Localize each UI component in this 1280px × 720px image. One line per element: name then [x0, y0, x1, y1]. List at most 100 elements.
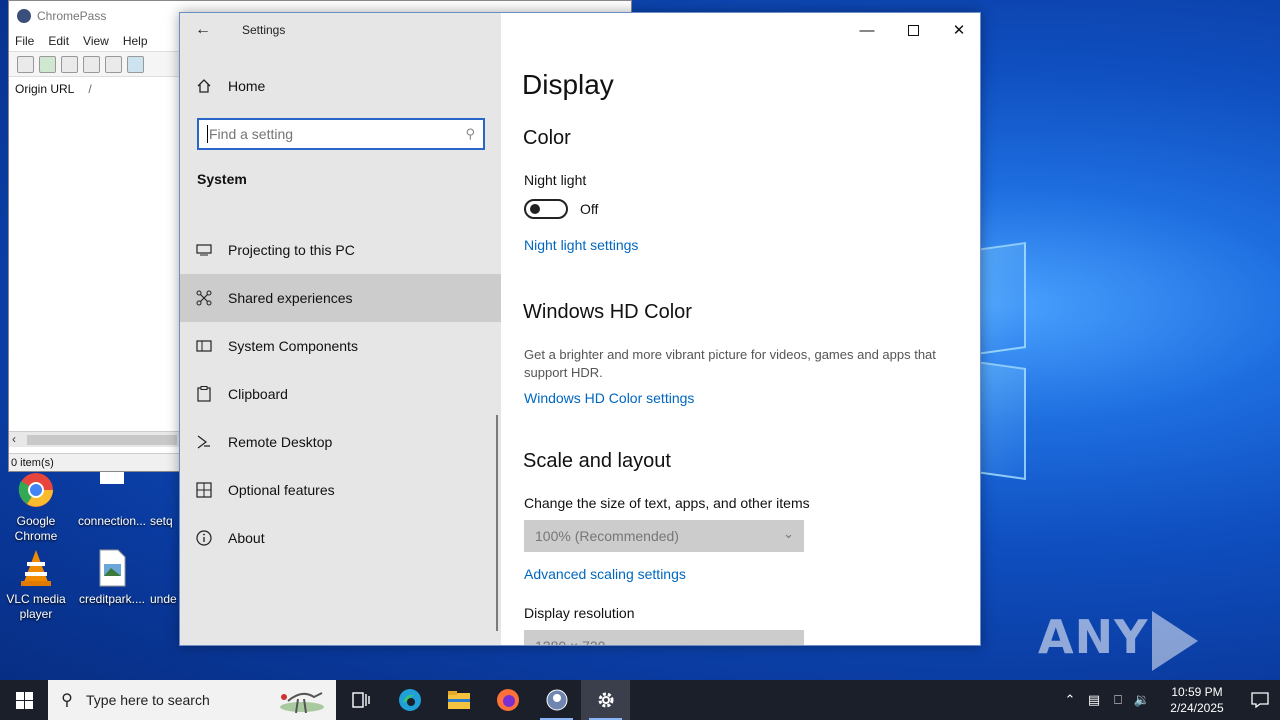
chevron-down-icon: ⌄	[783, 526, 794, 541]
horizontal-scrollbar[interactable]: ‹	[9, 431, 181, 447]
settings-window[interactable]: ← Settings Home ⚲ System Projecting to t…	[179, 12, 981, 646]
task-view-button[interactable]	[336, 680, 385, 720]
edge-taskbar-button[interactable]	[385, 680, 434, 720]
crane-bird-icon	[268, 683, 330, 717]
nav-item-shared-experiences[interactable]: Shared experiences	[180, 274, 501, 322]
system-tray: ⌃ ▤ ⎕ 🔉 10:59 PM 2/24/2025	[1058, 680, 1280, 720]
desktop-icon-creditpark[interactable]: creditpark....	[77, 548, 147, 607]
components-icon	[180, 339, 228, 353]
features-icon	[180, 482, 228, 498]
properties-icon[interactable]	[83, 55, 100, 73]
night-light-state: Off	[580, 201, 599, 217]
image-file-icon	[92, 548, 132, 588]
resolution-label: Display resolution	[524, 605, 635, 621]
section-title: System	[197, 171, 247, 187]
settings-taskbar-button[interactable]	[581, 680, 630, 720]
clock-date: 2/24/2025	[1170, 701, 1224, 715]
find-icon[interactable]	[105, 55, 122, 73]
resolution-dropdown[interactable]: 1280 × 720 ⌄	[524, 630, 804, 646]
clock[interactable]: 10:59 PM 2/24/2025	[1162, 684, 1232, 716]
desktop-icon-label: unde	[150, 592, 177, 606]
chevron-up-icon[interactable]: ⌃	[1058, 692, 1082, 708]
chromepass-taskbar-button[interactable]	[532, 680, 581, 720]
nav-item-system-components[interactable]: System Components	[180, 322, 501, 370]
desktop-icon-label: Google Chrome	[14, 514, 58, 543]
desktop-icon-label: connection...	[77, 514, 147, 528]
notification-icon	[1251, 692, 1269, 708]
nav-item-remote-desktop[interactable]: Remote Desktop	[180, 418, 501, 466]
network-icon[interactable]: ⎕	[1106, 692, 1130, 708]
desktop-icon-setq[interactable]: setq	[150, 470, 180, 529]
page-title: Display	[522, 69, 614, 100]
scroll-left-icon[interactable]: ‹	[12, 432, 16, 446]
save-icon[interactable]	[17, 55, 34, 73]
nav-item-about[interactable]: About	[180, 514, 501, 562]
scale-heading: Scale and layout	[523, 450, 671, 472]
scroll-thumb[interactable]	[27, 435, 177, 445]
volume-icon[interactable]: 🔉	[1130, 692, 1154, 708]
advanced-scaling-link[interactable]: Advanced scaling settings	[524, 566, 686, 582]
desktop-icon-connection[interactable]: connection...	[77, 470, 147, 529]
search-input[interactable]	[209, 126, 449, 142]
remote-icon	[180, 434, 228, 450]
window-controls: — ✕	[844, 13, 980, 47]
status-bar: 0 item(s)	[9, 453, 181, 471]
exit-icon[interactable]	[127, 55, 144, 73]
start-button[interactable]	[0, 680, 48, 720]
desktop-icon-label: VLC media player	[6, 592, 66, 621]
window-title: Settings	[242, 23, 286, 37]
chromepass-icon	[546, 689, 567, 711]
desktop-icon-vlc[interactable]: VLC media player	[1, 548, 71, 622]
file-icon	[92, 470, 132, 510]
folder-icon	[447, 691, 470, 709]
settings-titlebar[interactable]: ← Settings	[180, 13, 501, 47]
device-icon[interactable]: ▤	[1082, 692, 1106, 708]
taskbar-search-box[interactable]: ⚲ Type here to search	[48, 680, 336, 720]
desktop-icon-label: setq	[150, 514, 173, 528]
menu-file[interactable]: File	[15, 31, 42, 51]
taskbar: ⚲ Type here to search ⌃ ▤ ⎕ 🔉 10:59 PM 2…	[0, 680, 1280, 720]
night-light-settings-link[interactable]: Night light settings	[524, 237, 638, 253]
nav-item-projecting[interactable]: Projecting to this PC	[180, 226, 501, 274]
notification-button[interactable]	[1240, 680, 1280, 720]
menu-view[interactable]: View	[83, 31, 117, 51]
file-icon	[150, 548, 180, 588]
find-setting-search[interactable]: ⚲	[197, 118, 485, 150]
hdr-description: Get a brighter and more vibrant picture …	[524, 347, 936, 380]
firefox-taskbar-button[interactable]	[483, 680, 532, 720]
nav-home[interactable]: Home	[180, 71, 501, 101]
projector-icon	[180, 243, 228, 257]
refresh-icon[interactable]	[39, 55, 56, 73]
chevron-down-icon: ⌄	[783, 636, 794, 646]
nav-scrollbar[interactable]	[496, 415, 498, 631]
desktop-icon-label: creditpark....	[78, 592, 146, 606]
night-light-toggle[interactable]	[524, 199, 568, 219]
menu-help[interactable]: Help	[123, 31, 156, 51]
minimize-icon[interactable]: —	[844, 13, 890, 47]
hdr-heading: Windows HD Color	[523, 301, 692, 323]
scale-dropdown[interactable]: 100% (Recommended) ⌄	[524, 520, 804, 552]
file-icon	[150, 470, 180, 510]
maximize-icon[interactable]	[890, 13, 936, 47]
edge-icon	[398, 689, 421, 711]
task-view-icon	[351, 692, 370, 708]
hdr-settings-link[interactable]: Windows HD Color settings	[524, 390, 694, 406]
desktop-icon-unde[interactable]: unde	[150, 548, 180, 607]
chrome-icon	[16, 470, 56, 510]
nav-item-clipboard[interactable]: Clipboard	[180, 370, 501, 418]
back-arrow-icon[interactable]: ←	[180, 21, 226, 39]
search-icon[interactable]: ⚲	[465, 126, 475, 142]
text-caret	[207, 125, 208, 143]
settings-nav-pane: ← Settings Home ⚲ System Projecting to t…	[180, 13, 501, 645]
file-explorer-taskbar-button[interactable]	[434, 680, 483, 720]
nav-item-optional-features[interactable]: Optional features	[180, 466, 501, 514]
copy-icon[interactable]	[61, 55, 78, 73]
toggle-knob	[530, 204, 540, 214]
menu-edit[interactable]: Edit	[48, 31, 77, 51]
close-icon[interactable]: ✕	[936, 13, 980, 47]
taskbar-search-text: Type here to search	[86, 692, 210, 708]
search-icon: ⚲	[61, 692, 73, 709]
home-icon	[180, 78, 228, 94]
desktop-icon-chrome[interactable]: Google Chrome	[1, 470, 71, 544]
vlc-cone-icon	[16, 548, 56, 588]
